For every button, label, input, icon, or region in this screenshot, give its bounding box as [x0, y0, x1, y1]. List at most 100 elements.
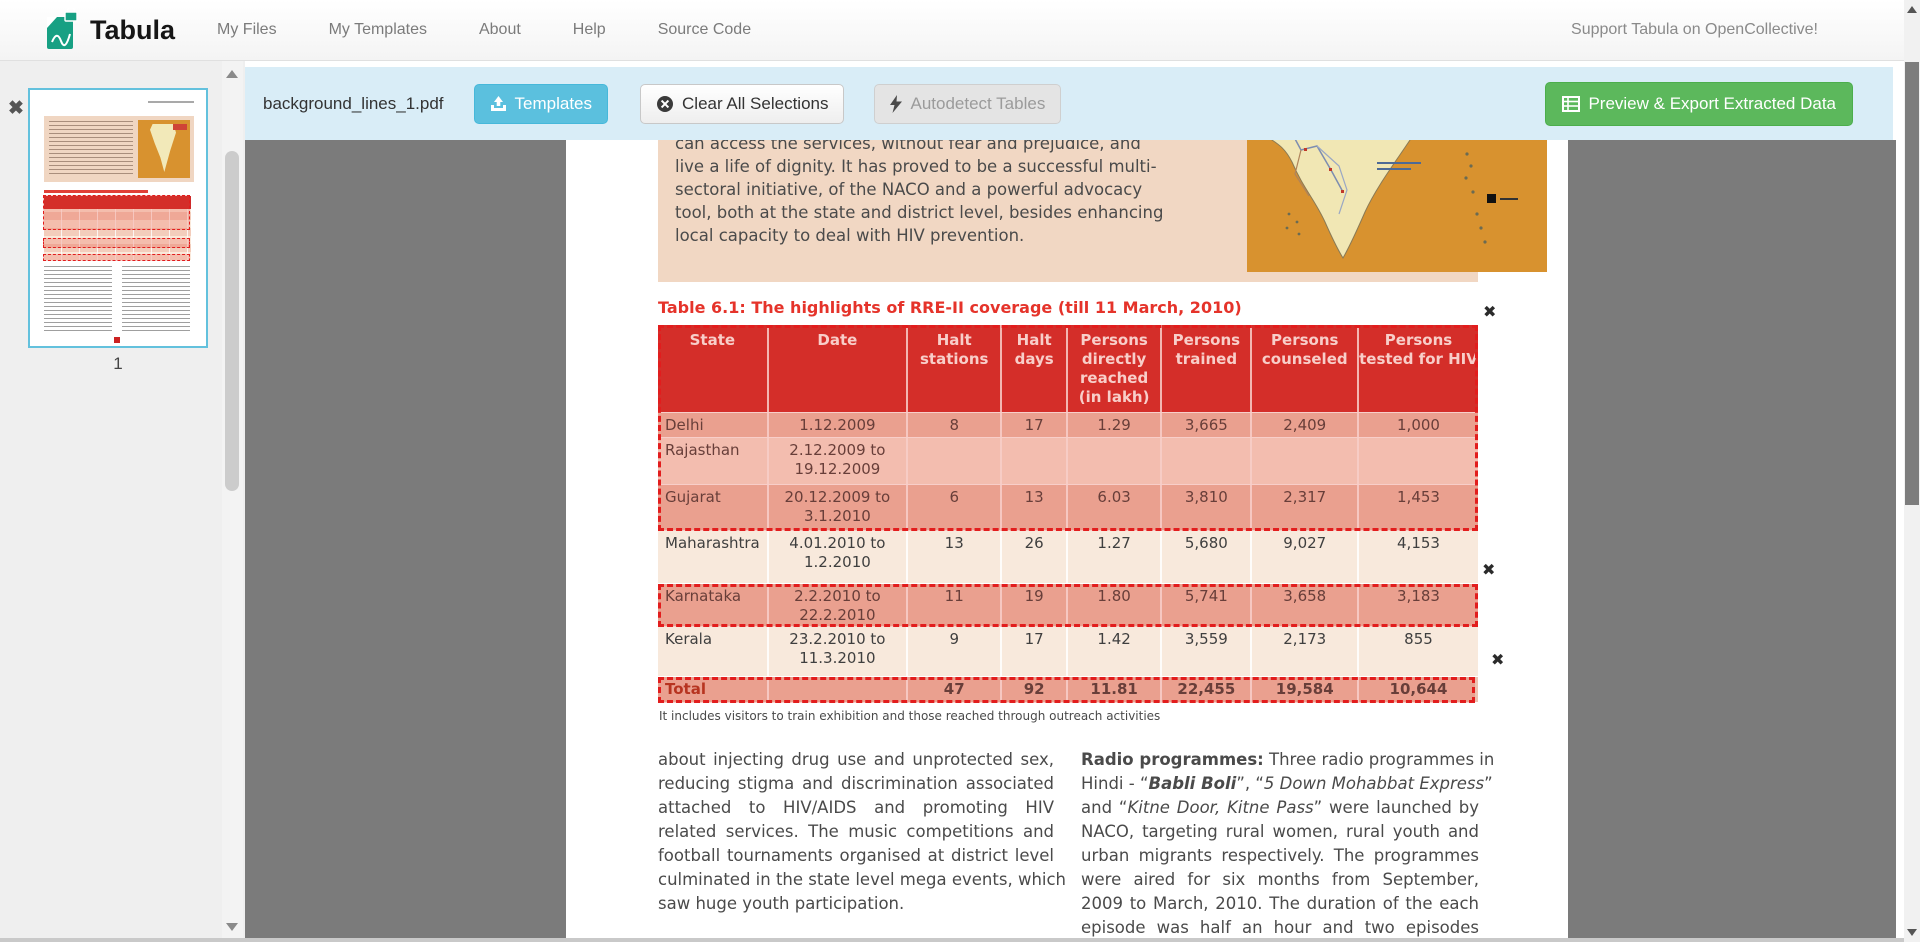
circled-x-icon — [656, 95, 674, 113]
text-segment: 2009 to March, 2010. The duration of the… — [1081, 894, 1479, 913]
table-cell: 26 — [1002, 531, 1068, 583]
text-line: 2009 to March, 2010. The duration of the… — [1081, 892, 1479, 916]
scroll-up-icon[interactable] — [1907, 6, 1917, 13]
main-scroll-thumb[interactable] — [1905, 62, 1919, 505]
autodetect-tables-button[interactable]: Autodetect Tables — [874, 84, 1061, 124]
selection-box-2[interactable] — [658, 584, 1478, 627]
table-cell: Maharashtra — [658, 531, 769, 583]
table-cell: 3,559 — [1162, 627, 1252, 676]
text-line: episode was half an hour and two episode… — [1081, 916, 1479, 940]
table-cell: 4.01.2010 to 1.2.2010 — [769, 531, 908, 583]
table-cell: Kerala — [658, 627, 769, 676]
thumbnail-map — [138, 120, 190, 178]
sidebar-scrollbar[interactable] — [222, 61, 243, 938]
text-line: tool, both at the state and district lev… — [675, 201, 1129, 224]
text-segment: ” — [1484, 774, 1493, 793]
text-line: Radio programmes: Three radio programmes… — [1081, 748, 1479, 772]
tabula-app-window: Tabula My Files My Templates About Help Sour… — [0, 0, 1920, 942]
top-navbar: Tabula My Files My Templates About Help Sour… — [0, 0, 1904, 61]
table-cell: 17 — [1002, 627, 1068, 676]
intro-paragraph: can access the services, without fear an… — [675, 132, 1129, 247]
page-thumbnail[interactable] — [28, 88, 208, 348]
remove-selection-icon[interactable]: ✖ — [1483, 304, 1496, 320]
nav-item-my-files[interactable]: My Files — [217, 21, 277, 39]
table-cell: 23.2.2010 to 11.3.2010 — [769, 627, 908, 676]
main-scrollbar[interactable] — [1904, 0, 1920, 942]
text-segment: NACO, targeting rural women, rural youth… — [1081, 822, 1479, 841]
text-segment: Babli Boli — [1149, 774, 1237, 793]
upload-tray-icon — [490, 96, 507, 112]
scroll-up-icon[interactable] — [226, 70, 238, 78]
table-cell: 9,027 — [1252, 531, 1359, 583]
clear-all-selections-button[interactable]: Clear All Selections — [640, 84, 844, 124]
scroll-down-icon[interactable] — [1907, 929, 1917, 936]
remove-page-icon[interactable]: ✖ — [8, 97, 24, 120]
tabula-brand[interactable]: Tabula — [44, 8, 175, 52]
text-segment: episode was half an hour and two episode… — [1081, 918, 1479, 937]
text-line: reducing stigma and discrimination assoc… — [658, 772, 1054, 796]
text-line: culminated in the state level mega event… — [658, 868, 1054, 892]
nav-item-my-templates[interactable]: My Templates — [329, 21, 427, 39]
clear-button-label: Clear All Selections — [682, 94, 828, 114]
nav-links: My Files My Templates About Help Source Code — [217, 21, 751, 39]
right-text-column: Radio programmes: Three radio programmes… — [1081, 748, 1479, 940]
lightning-bolt-icon — [890, 95, 902, 113]
templates-button-label: Templates — [515, 94, 592, 114]
text-segment: Three radio programmes in — [1264, 750, 1495, 769]
window-bottom-edge — [0, 938, 1904, 942]
text-segment: ” were launched by — [1314, 798, 1479, 817]
text-segment: Radio programmes: — [1081, 750, 1264, 769]
text-line: NACO, targeting rural women, rural youth… — [1081, 820, 1479, 844]
text-line: about injecting drug use and unprotected… — [658, 748, 1054, 772]
table-footnote: It includes visitors to train exhibition… — [659, 709, 1160, 723]
left-text-column: about injecting drug use and unprotected… — [658, 748, 1054, 916]
sidebar-scroll-thumb[interactable] — [225, 151, 239, 491]
text-line: were aired for six months from September… — [1081, 868, 1479, 892]
tabula-pdf-lock-icon — [44, 8, 80, 52]
text-line: Hindi - “Babli Boli”, “5 Down Mohabbat E… — [1081, 772, 1479, 796]
table-cell: 13 — [908, 531, 1002, 583]
page-thumbnail-preview — [30, 90, 206, 346]
table-cell: 855 — [1359, 627, 1478, 676]
preview-export-button[interactable]: Preview & Export Extracted Data — [1545, 82, 1853, 126]
text-line: urban migrants respectively. The program… — [1081, 844, 1479, 868]
page-number-label: 1 — [28, 354, 208, 374]
text-segment: and “ — [1081, 798, 1127, 817]
nav-item-help[interactable]: Help — [573, 21, 606, 39]
nav-item-source-code[interactable]: Source Code — [658, 21, 751, 39]
remove-selection-icon[interactable]: ✖ — [1482, 562, 1495, 578]
text-line: and “Kitne Door, Kitne Pass” were launch… — [1081, 796, 1479, 820]
text-line: attached to HIV/AIDS and promoting HIV — [658, 796, 1054, 820]
scroll-down-icon[interactable] — [226, 923, 238, 931]
text-segment: ”, “ — [1236, 774, 1264, 793]
table-cell: 2,173 — [1252, 627, 1359, 676]
document-filename: background_lines_1.pdf — [263, 94, 444, 114]
document-toolbar: background_lines_1.pdf Templates Clear A… — [245, 67, 1893, 140]
table-list-icon — [1562, 96, 1580, 112]
text-line: sectoral initiative, of the NACO and a p… — [675, 178, 1129, 201]
nav-item-about[interactable]: About — [479, 21, 521, 39]
india-map-image — [1247, 118, 1547, 272]
selection-box-1[interactable] — [658, 325, 1478, 531]
support-link[interactable]: Support Tabula on OpenCollective! — [1571, 21, 1818, 39]
brand-name: Tabula — [90, 15, 175, 46]
text-segment: were aired for six months from September… — [1081, 870, 1479, 889]
thumbnail-table — [44, 196, 191, 260]
pdf-page[interactable]: can access the services, without fear an… — [566, 118, 1568, 942]
text-line: local capacity to deal with HIV preventi… — [675, 224, 1129, 247]
text-line: football tournaments organised at distri… — [658, 844, 1054, 868]
remove-selection-icon[interactable]: ✖ — [1491, 652, 1504, 668]
table-cell: 5,680 — [1162, 531, 1252, 583]
table-row: Maharashtra4.01.2010 to 1.2.201013261.27… — [658, 531, 1478, 584]
text-line: saw huge youth participation. — [658, 892, 1054, 916]
table-row: Kerala23.2.2010 to 11.3.20109171.423,559… — [658, 627, 1478, 677]
intro-highlight-block: can access the services, without fear an… — [658, 118, 1478, 282]
text-line: live a life of dignity. It has proved to… — [675, 155, 1129, 178]
table-cell: 1.27 — [1068, 531, 1162, 583]
templates-button[interactable]: Templates — [474, 84, 608, 124]
page-thumbnail-sidebar: ✖ — [0, 61, 245, 938]
table-cell: 4,153 — [1359, 531, 1478, 583]
text-segment: 5 Down Mohabbat Express — [1264, 774, 1484, 793]
selection-box-3[interactable] — [658, 677, 1475, 703]
table-cell: 1.42 — [1068, 627, 1162, 676]
